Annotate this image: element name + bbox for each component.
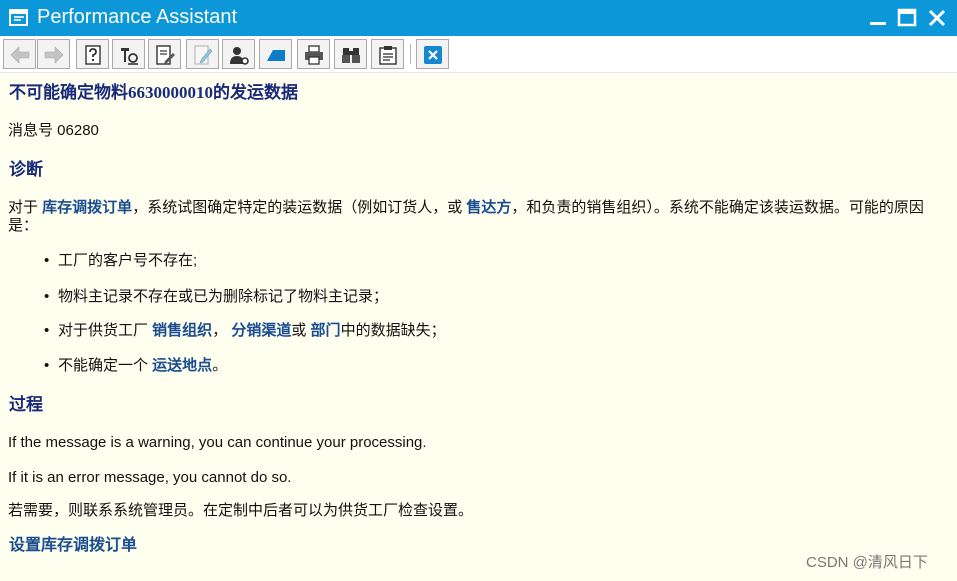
maximize-icon[interactable] [896, 7, 918, 29]
close-icon [424, 46, 442, 64]
technical-info-icon [121, 48, 138, 65]
print-button[interactable] [297, 39, 330, 69]
help-document-icon [85, 45, 101, 65]
bullet-text: 对于供货工厂 [58, 322, 153, 339]
diagnosis-text-b: ，系统试图确定特定的装运数据（例如订货人，或 [132, 199, 467, 216]
link-set-stock-transfer-order[interactable]: 设置库存调拨订单 [9, 536, 137, 556]
bullet-text: 。 [212, 357, 228, 374]
list-item: • 物料主记录不存在或已为删除标记了物料主记录； [44, 288, 389, 305]
procedure-text-warning: If the message is a warning, you can con… [8, 434, 427, 451]
document-list-icon [379, 46, 397, 65]
back-button[interactable] [3, 39, 36, 69]
bullet-text: 不能确定一个 [58, 357, 153, 374]
list-item: • 工厂的客户号不存在; [44, 252, 198, 269]
minimize-icon[interactable] [867, 7, 889, 29]
link-sales-organization[interactable]: 销售组织 [152, 322, 212, 339]
link-sold-to-party[interactable]: 售达方 [466, 199, 511, 216]
bullet-text: ， [212, 322, 232, 339]
find-binoculars-icon [342, 48, 360, 63]
help-content: 不可能确定物料6630000010的发运数据 消息号 06280 诊断 对于 库… [0, 73, 957, 581]
document-list-button[interactable] [371, 39, 404, 69]
help-button[interactable] [76, 39, 109, 69]
window-title: Performance Assistant [37, 6, 238, 28]
close-button[interactable] [416, 39, 449, 69]
bullet-text: 中的数据缺失； [340, 322, 446, 339]
performance-assistant-icon [9, 9, 28, 26]
title-bar: Performance Assistant [0, 0, 957, 36]
back-arrow-icon [10, 46, 30, 64]
message-title: 不可能确定物料6630000010的发运数据 [9, 83, 298, 102]
print-icon [305, 45, 323, 65]
message-number: 消息号 06280 [8, 122, 99, 139]
pen-button[interactable] [186, 39, 219, 69]
bullet-text: 物料主记录不存在或已为删除标记了物料主记录； [58, 288, 389, 305]
list-item: • 不能确定一个 运送地点。 [44, 357, 228, 374]
diagnosis-heading: 诊断 [9, 160, 43, 179]
user-settings-icon [230, 47, 249, 65]
procedure-heading: 过程 [9, 395, 43, 414]
user-settings-button[interactable] [222, 39, 255, 69]
bullet-text: 或 [291, 322, 311, 339]
technical-info-button[interactable] [112, 39, 145, 69]
link-distribution-channel[interactable]: 分销渠道 [231, 322, 291, 339]
procedure-text-error: If it is an error message, you cannot do… [8, 469, 292, 486]
link-division[interactable]: 部门 [311, 322, 341, 339]
diagnosis-text-a: 对于 [8, 199, 43, 216]
close-window-icon[interactable] [926, 7, 948, 29]
bullet-text: 工厂的客户号不存在; [58, 252, 198, 269]
edit-document-icon [156, 45, 175, 65]
find-button[interactable] [334, 39, 367, 69]
procedure-text-admin: 若需要，则联系系统管理员。在定制中后者可以为供货工厂检查设置。 [8, 502, 474, 519]
forward-arrow-icon [44, 46, 64, 64]
diagnosis-paragraph: 对于 库存调拨订单，系统试图确定特定的装运数据（例如订货人，或 售达方，和负责的… [8, 199, 948, 235]
pen-icon [194, 45, 213, 65]
forward-button[interactable] [37, 39, 70, 69]
list-item: • 对于供货工厂 销售组织， 分销渠道或 部门中的数据缺失； [44, 322, 446, 339]
edit-button[interactable] [148, 39, 181, 69]
link-shipping-point[interactable]: 运送地点 [152, 357, 212, 374]
toolbar-separator [410, 44, 411, 64]
watermark: CSDN @清风日下 [806, 554, 928, 571]
bookmark-icon [267, 50, 285, 61]
link-stock-transfer-order[interactable]: 库存调拨订单 [42, 199, 132, 216]
bookmark-button[interactable] [259, 39, 292, 69]
toolbar [0, 36, 957, 73]
